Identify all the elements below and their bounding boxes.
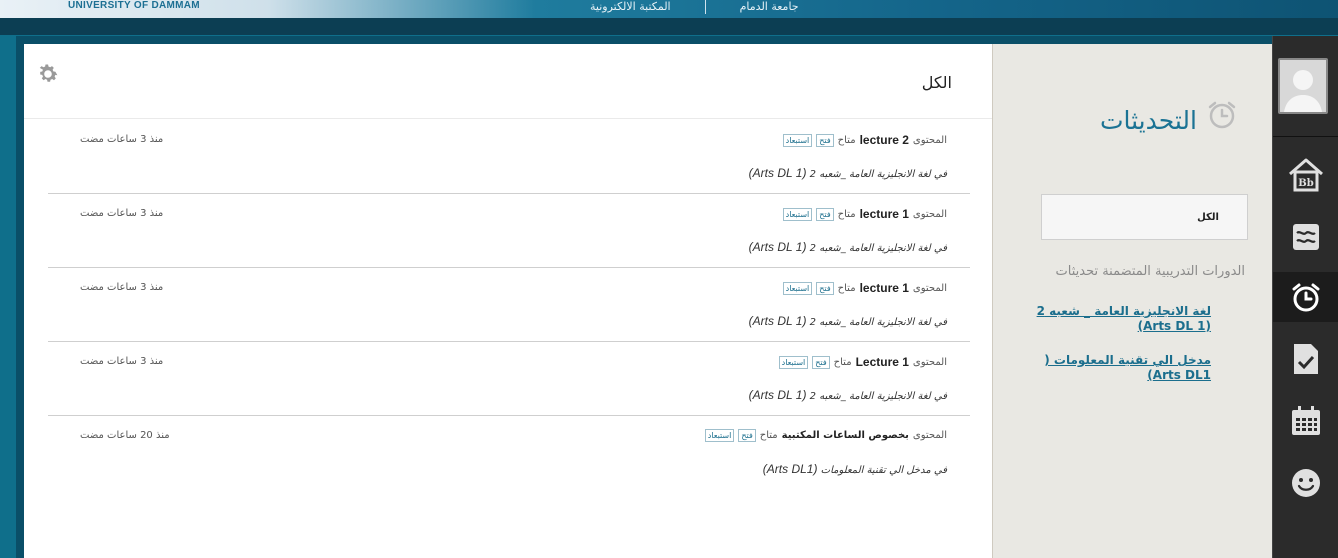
rail-updates[interactable]	[1273, 272, 1338, 322]
update-summary: المحتوى lecture 1 متاح فتح استبعاد	[782, 281, 947, 295]
home-bb-icon: Bb	[1289, 158, 1323, 192]
update-type: المحتوى	[912, 208, 947, 220]
dismiss-button[interactable]: استبعاد	[782, 207, 813, 221]
updates-title: التحديثات	[1099, 106, 1197, 135]
update-summary: المحتوى بخصوص الساعات المكتبية متاح فتح …	[704, 429, 947, 442]
update-course: في مدخل الي تقنية المعلومات (Arts DL1)	[762, 462, 947, 476]
user-silhouette-icon	[1280, 60, 1326, 112]
update-row: المحتوى lecture 2 متاح فتح استبعاد في لغ…	[48, 120, 970, 194]
site-header: UNIVERSITY OF DAMMAM جامعة الدمام المكتب…	[0, 0, 1338, 18]
update-status: متاح	[837, 208, 856, 220]
update-time: منذ 20 ساعات مضت	[80, 430, 170, 441]
dismiss-button[interactable]: استبعاد	[782, 133, 813, 147]
update-item-name: بخصوص الساعات المكتبية	[781, 430, 909, 441]
open-button[interactable]: فتح	[738, 429, 756, 442]
update-summary: المحتوى lecture 1 متاح فتح استبعاد	[782, 207, 947, 221]
open-button[interactable]: فتح	[816, 207, 834, 221]
calendar-icon	[1292, 406, 1320, 435]
update-time: منذ 3 ساعات مضت	[80, 208, 164, 219]
update-type: المحتوى	[912, 356, 947, 368]
update-status: متاح	[759, 430, 778, 441]
update-status: متاح	[837, 282, 856, 294]
header-link-university[interactable]: جامعة الدمام	[740, 0, 799, 14]
update-row: المحتوى lecture 1 متاح فتح استبعاد في لغ…	[48, 194, 970, 268]
updates-main-panel: الكل المحتوى lecture 2 متاح فتح استبعاد …	[24, 44, 992, 558]
update-course: في لغة الانجليزية العامة _شعبه 2 (Arts D…	[748, 388, 947, 402]
update-row: المحتوى Lecture 1 متاح فتح استبعاد في لغ…	[48, 342, 970, 416]
update-course: في لغة الانجليزية العامة _شعبه 2 (Arts D…	[748, 166, 947, 180]
university-logo-text[interactable]: UNIVERSITY OF DAMMAM	[68, 0, 200, 11]
update-item-name: lecture 2	[859, 133, 909, 147]
avatar[interactable]	[1278, 58, 1328, 114]
course-link-english[interactable]: لغة الانجليزية العامة _ شعبه 2 (Arts DL …	[1037, 304, 1211, 334]
rail-grades[interactable]	[1273, 334, 1338, 384]
course-link-it-intro[interactable]: مدخل الي تقنية المعلومات ( Arts DL1)	[1044, 353, 1211, 383]
svg-text:Bb: Bb	[1298, 178, 1313, 189]
update-row: المحتوى lecture 1 متاح فتح استبعاد في لغ…	[48, 268, 970, 342]
filter-all-button[interactable]: الكل	[1041, 194, 1248, 240]
rail-stream[interactable]	[1273, 212, 1338, 262]
update-item-name: lecture 1	[859, 281, 909, 295]
gear-icon[interactable]	[36, 62, 60, 86]
rail-home[interactable]: Bb	[1273, 150, 1338, 200]
page-title: الكل	[921, 73, 952, 92]
dismiss-button[interactable]: استبعاد	[782, 281, 813, 295]
grades-icon	[1294, 344, 1318, 374]
rail-profile[interactable]	[1273, 458, 1338, 508]
update-course: في لغة الانجليزية العامة _شعبه 2 (Arts D…	[748, 314, 947, 328]
stream-icon	[1293, 224, 1319, 250]
header-links: جامعة الدمام المكتبة الالكترونية	[590, 0, 799, 14]
updates-filter-panel: التحديثات الكل الدورات التدريبية المتضمن…	[992, 44, 1273, 558]
rail-calendar[interactable]	[1273, 396, 1338, 446]
header-link-library[interactable]: المكتبة الالكترونية	[590, 0, 671, 14]
dismiss-button[interactable]: استبعاد	[704, 429, 735, 442]
update-type: المحتوى	[912, 430, 947, 441]
divider	[1273, 136, 1338, 137]
update-status: متاح	[837, 134, 856, 146]
header-separator	[704, 0, 706, 14]
update-time: منذ 3 ساعات مضت	[80, 356, 164, 367]
update-summary: المحتوى lecture 2 متاح فتح استبعاد	[782, 133, 947, 147]
updates-clock-icon	[1292, 283, 1320, 312]
update-time: منذ 3 ساعات مضت	[80, 282, 164, 293]
open-button[interactable]: فتح	[816, 133, 834, 147]
update-type: المحتوى	[912, 282, 947, 294]
courses-section-label: الدورات التدريبية المتضمنة تحديثات	[1055, 264, 1246, 279]
alarm-clock-icon	[1208, 101, 1236, 129]
dismiss-button[interactable]: استبعاد	[778, 355, 809, 369]
profile-smiley-icon	[1292, 469, 1320, 497]
update-time: منذ 3 ساعات مضت	[80, 134, 164, 145]
update-row: المحتوى بخصوص الساعات المكتبية متاح فتح …	[48, 416, 970, 490]
update-status: متاح	[833, 356, 852, 368]
open-button[interactable]: فتح	[816, 281, 834, 295]
open-button[interactable]: فتح	[812, 355, 830, 369]
header-bottom-bar	[0, 18, 1338, 35]
tool-rail: Bb	[1272, 36, 1338, 558]
update-course: في لغة الانجليزية العامة _شعبه 2 (Arts D…	[748, 240, 947, 254]
update-item-name: lecture 1	[859, 207, 909, 221]
divider	[24, 118, 992, 119]
update-summary: المحتوى Lecture 1 متاح فتح استبعاد	[778, 355, 947, 369]
update-type: المحتوى	[912, 134, 947, 146]
update-item-name: Lecture 1	[855, 355, 909, 369]
